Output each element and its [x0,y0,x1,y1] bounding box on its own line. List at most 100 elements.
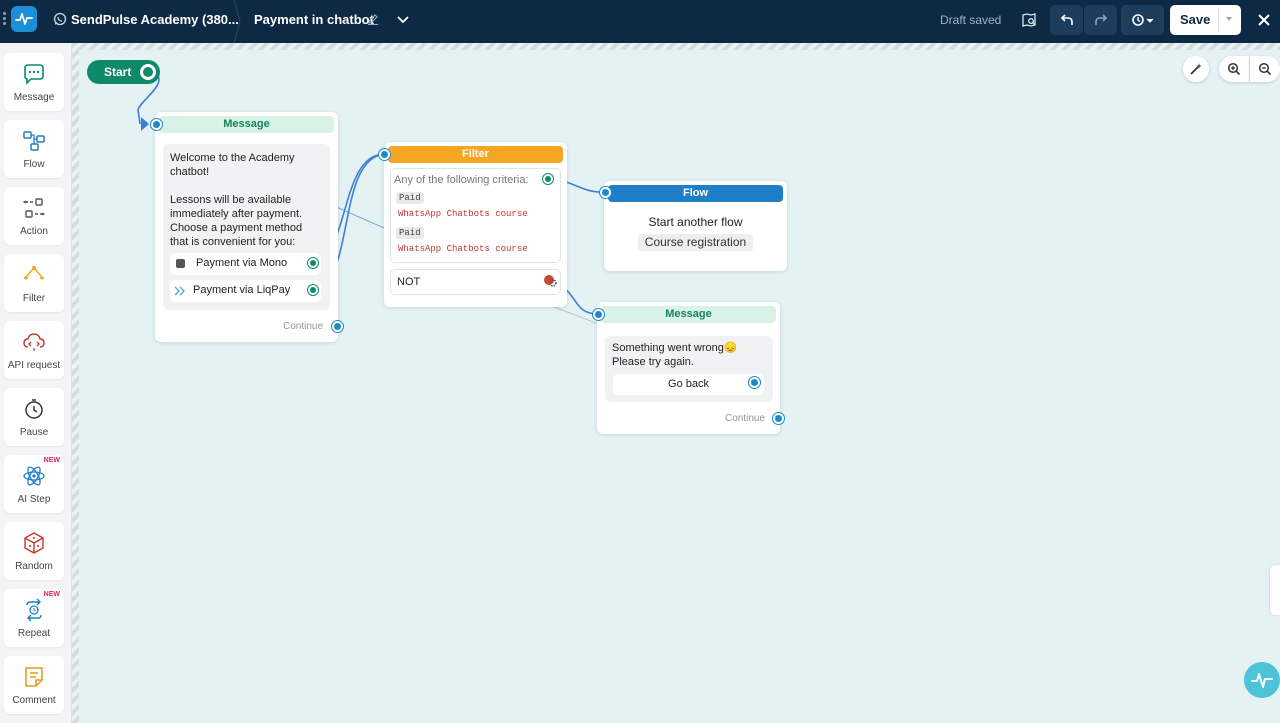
criteria-label: Any of the following criteria: [394,174,529,186]
palette-item-random[interactable]: Random [4,522,64,580]
message-text: Welcome to the Academy chatbot! Lessons … [170,152,303,248]
message-button[interactable]: Payment via LiqPay [170,280,321,302]
save-button[interactable]: Save [1170,5,1241,35]
flow-name[interactable]: Payment in chatbot [254,12,374,27]
palette-label: Action [20,226,48,237]
button-label: Payment via LiqPay [193,284,291,296]
zoom-out-icon [1258,62,1272,76]
button-label: Go back [668,378,709,390]
flow-node[interactable]: Flow Start another flow Course registrat… [604,181,787,271]
save-status: Draft saved [940,13,1002,27]
start-node[interactable]: Start [87,60,160,84]
flow-target[interactable]: Course registration [638,234,753,251]
pulse-icon [1251,673,1273,688]
canvas-border [72,43,1280,50]
magic-wand-icon [1190,63,1202,75]
palette-item-repeat[interactable]: NEW Repeat [4,589,64,647]
close-icon [1258,14,1270,26]
flow-input-port[interactable] [600,187,611,198]
project-name[interactable]: SendPulse Academy (380... [71,12,239,27]
button-output-port[interactable] [308,285,318,295]
sendpulse-chat-button[interactable] [1244,662,1280,698]
start-output-port[interactable] [140,64,156,80]
map-preview-button[interactable] [1018,5,1040,35]
node-header: Flow [608,185,783,202]
repeat-icon [26,598,42,622]
palette-item-message[interactable]: Message [4,53,64,111]
mono-icon [176,259,185,268]
palette-item-ai-step[interactable]: NEW AI Step [4,455,64,513]
side-panel-tab[interactable] [1270,565,1280,615]
message-button[interactable]: Payment via Mono [170,253,321,275]
palette-item-comment[interactable]: Comment [4,656,64,714]
new-badge: NEW [43,591,60,598]
button-output-port[interactable] [308,258,318,268]
palette-label: API request [7,360,61,371]
zoom-out-button[interactable] [1250,56,1280,82]
continue-output-port[interactable] [773,413,784,424]
auto-arrange-button[interactable] [1183,56,1209,82]
palette-label: Random [15,561,53,572]
caret-down-icon[interactable] [1225,15,1233,23]
redo-icon [1094,14,1107,25]
close-button[interactable] [1252,5,1276,35]
top-bar: SendPulse Academy (380... Payment in cha… [0,0,1280,43]
liqpay-icon [174,286,185,296]
save-label: Save [1180,12,1211,27]
palette-item-api-request[interactable]: API request [4,321,64,379]
condition-value: WhatsApp Chatbots course [398,209,528,219]
flow-icon [23,131,45,151]
chevron-down-icon[interactable] [395,11,411,27]
continue-label: Continue [725,413,766,424]
filter-node[interactable]: Filter Any of the following criteria: Pa… [384,142,567,307]
continue-label: Continue [283,321,324,332]
palette-label: Repeat [17,628,51,639]
not-output-port[interactable] [543,274,557,288]
map-search-icon [1022,13,1036,27]
element-palette: Message Flow Action Filter API request P… [0,43,72,723]
undo-button[interactable] [1050,5,1083,35]
message-node[interactable]: Message Welcome to the Academy chatbot! … [155,112,338,342]
message-node[interactable]: Message Something went wrong😞 Please try… [597,302,780,434]
palette-item-action[interactable]: Action [4,187,64,245]
not-label: NOT [397,276,421,288]
sendpulse-logo-icon[interactable] [11,6,37,32]
start-label: Start [104,65,132,79]
history-button[interactable] [1121,5,1164,35]
node-header: Filter [388,146,563,163]
comment-icon [25,667,43,687]
condition-tag: Paid [396,227,424,239]
drag-handle-icon[interactable] [3,12,7,30]
node-header: Message [159,116,334,133]
palette-item-flow[interactable]: Flow [4,120,64,178]
filter-input-port[interactable] [379,149,390,160]
redo-button[interactable] [1084,5,1117,35]
palette-label: Flow [23,159,45,170]
zoom-in-button[interactable] [1219,56,1249,82]
message-text: Something went wrong😞 Please try again. [612,342,738,368]
whatsapp-icon [53,12,67,26]
button-output-port[interactable] [749,377,760,388]
palette-item-pause[interactable]: Pause [4,388,64,446]
button-label: Payment via Mono [196,257,288,269]
message-input-port[interactable] [593,309,604,320]
action-icon [22,198,46,218]
pause-icon [25,399,43,419]
zoom-in-icon [1227,62,1241,76]
flow-subtitle: Start another flow [648,215,743,229]
node-header: Message [601,306,776,323]
continue-output-port[interactable] [332,321,343,332]
divider [1218,9,1219,31]
message-icon [24,64,44,85]
message-input-port[interactable] [151,119,162,130]
new-badge: NEW [43,457,60,464]
edit-pencil-icon[interactable] [367,13,379,25]
filter-icon [24,266,44,280]
palette-label: Filter [22,293,46,304]
api-request-icon [23,333,45,351]
criteria-output-port[interactable] [543,174,553,184]
message-button[interactable]: Go back [613,374,764,395]
condition-tag: Paid [396,192,424,204]
canvas-border [72,43,79,723]
palette-item-filter[interactable]: Filter [4,254,64,312]
